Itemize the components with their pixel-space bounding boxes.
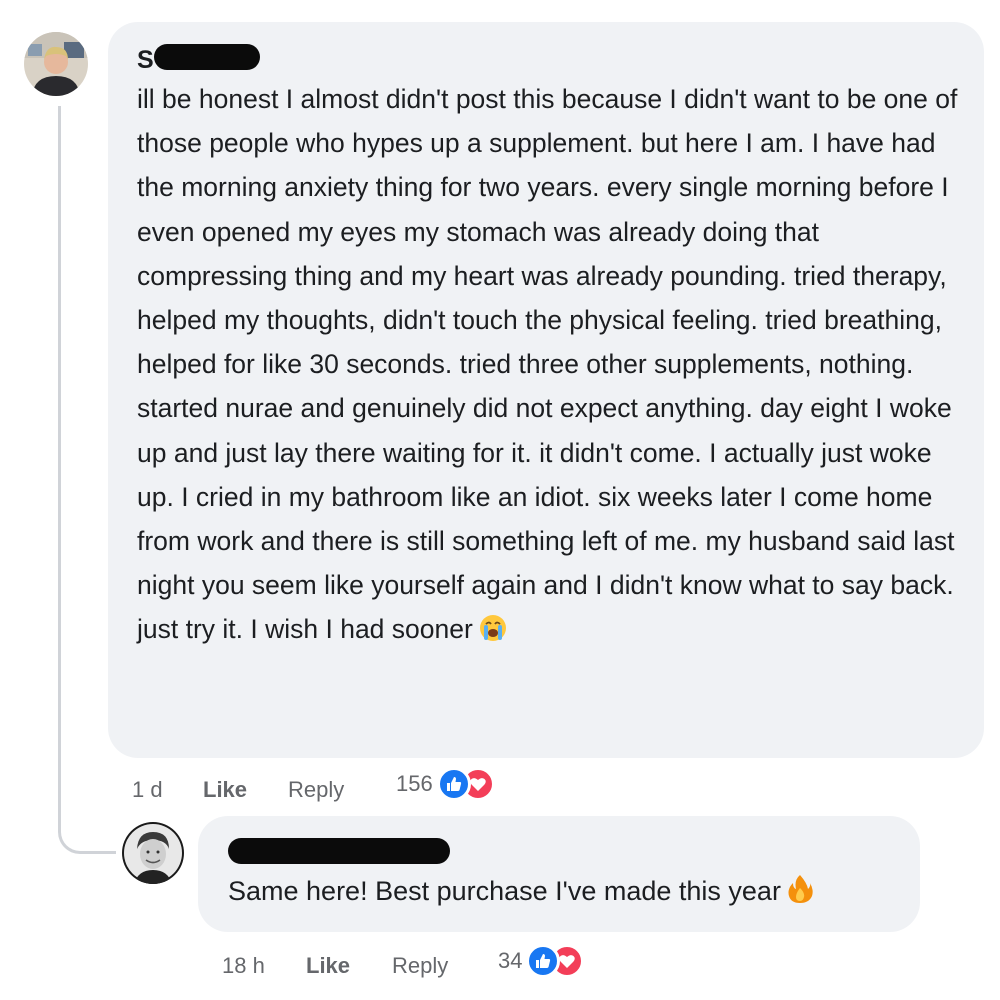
comment-text: ill be honest I almost didn't post this …	[137, 77, 972, 656]
redaction-bar	[154, 44, 260, 70]
reaction-count: 156	[396, 771, 433, 796]
like-icon	[436, 767, 471, 801]
redaction-bar	[228, 838, 450, 864]
commenter-avatar[interactable]	[24, 32, 88, 96]
comment-text-content: ill be honest I almost didn't post this …	[137, 84, 958, 645]
reply-text: Same here! Best purchase I've made this …	[228, 869, 908, 917]
avatar-photo-icon	[122, 822, 184, 884]
comment-timestamp[interactable]: 1 d	[132, 777, 163, 803]
reply-text-content: Same here! Best purchase I've made this …	[228, 876, 781, 906]
reply-button[interactable]: Reply	[392, 953, 448, 979]
loudly-crying-face-emoji	[479, 611, 507, 655]
like-button[interactable]: Like	[306, 953, 350, 979]
reply-button[interactable]: Reply	[288, 777, 344, 803]
reaction-summary[interactable]: 156	[396, 767, 495, 801]
reaction-summary[interactable]: 34	[498, 944, 585, 978]
like-button[interactable]: Like	[203, 777, 247, 803]
replier-avatar[interactable]	[122, 822, 184, 884]
fire-emoji	[787, 873, 813, 917]
commenter-name[interactable]: S	[137, 46, 154, 75]
avatar-photo-icon	[24, 32, 88, 96]
reply-timestamp[interactable]: 18 h	[222, 953, 265, 979]
reaction-count: 34	[498, 948, 523, 973]
